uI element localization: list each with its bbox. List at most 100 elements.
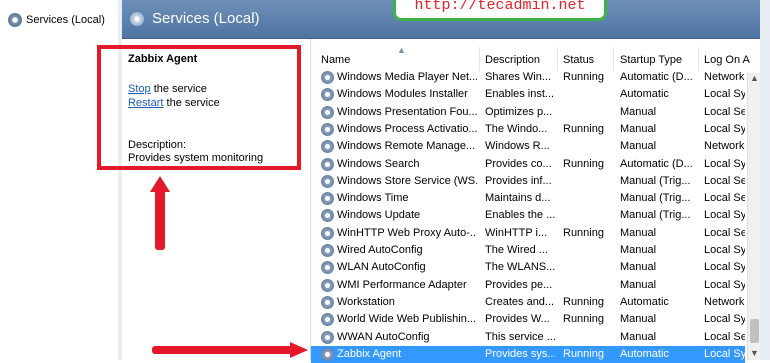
service-name-cell: Windows Update <box>337 209 421 222</box>
service-startup-cell: Manual (Trig... <box>620 192 691 205</box>
service-description-cell: The Windo... <box>485 122 548 135</box>
service-name-cell: WLAN AutoConfig <box>337 261 426 274</box>
service-row[interactable]: Windows Time Maintains d... Manual (Trig..… <box>311 190 745 207</box>
service-name-cell: Zabbix Agent <box>337 347 402 360</box>
service-name-cell: Windows Presentation Fou... <box>337 105 477 118</box>
service-name-cell: World Wide Web Publishin... <box>337 313 476 326</box>
service-row[interactable]: Windows Remote Manage... Windows R... Manu… <box>311 138 745 155</box>
service-row[interactable]: Windows Store Service (WS... Provides inf… <box>311 173 745 190</box>
service-description-cell: WinHTTP i... <box>485 226 548 239</box>
service-startup-cell: Manual <box>620 261 657 274</box>
annotation-arrow-right-shaft <box>152 346 292 354</box>
service-description-cell: Provides W... <box>485 313 550 326</box>
service-row[interactable]: Wired AutoConfig The Wired ... Manual Local… <box>311 242 745 259</box>
column-header-log-on-as[interactable]: Log On A <box>704 54 750 66</box>
service-description-cell: The WLANS... <box>485 261 555 274</box>
service-gear-icon <box>321 244 334 257</box>
service-status-cell: Running <box>563 347 604 360</box>
service-description-cell: Provides sys... <box>485 347 555 360</box>
service-description-cell: Provides inf... <box>485 174 552 187</box>
services-header-icon <box>130 12 144 26</box>
service-description-cell: Enables inst... <box>485 88 555 101</box>
service-logon-cell: Local Sys <box>704 244 745 256</box>
service-row[interactable]: Workstation Creates and... Running Automati… <box>311 294 745 311</box>
tree-item-label: Services (Local) <box>26 14 105 26</box>
column-header-status[interactable]: Status <box>563 54 594 66</box>
service-startup-cell: Manual (Trig... <box>620 209 691 222</box>
service-description-cell: Optimizes p... <box>485 105 553 118</box>
service-gear-icon <box>321 88 334 102</box>
service-startup-cell: Manual (Trig... <box>620 174 691 187</box>
service-logon-cell: Local Sys <box>704 261 745 274</box>
service-row[interactable]: WMI Performance Adapter Provides pe... Man… <box>311 277 745 294</box>
service-row[interactable]: Windows Modules Installer Enables inst...… <box>311 86 745 103</box>
service-status-cell: Running <box>563 313 604 326</box>
service-row[interactable]: Zabbix Agent Provides sys... Running Automa… <box>311 345 745 363</box>
annotation-highlight-box <box>97 45 301 170</box>
service-name-cell: Workstation <box>337 295 395 308</box>
service-row[interactable]: World Wide Web Publishin... Provides W...… <box>311 311 745 328</box>
service-name-cell: WMI Performance Adapter <box>337 278 467 291</box>
service-name-cell: Windows Remote Manage... <box>337 140 476 153</box>
service-gear-icon <box>321 226 334 240</box>
column-separator[interactable] <box>557 47 558 71</box>
column-header-startup-type[interactable]: Startup Type <box>620 54 682 66</box>
service-description-cell: The Wired ... <box>485 244 548 256</box>
service-gear-icon <box>321 157 334 171</box>
service-gear-icon <box>321 71 334 84</box>
service-logon-cell: Local Ser <box>704 174 745 187</box>
service-gear-icon <box>321 278 334 292</box>
annotation-arrow-right-icon <box>290 342 308 358</box>
column-separator[interactable] <box>698 47 699 71</box>
services-header-title: Services (Local) <box>152 10 260 27</box>
service-logon-cell: Network <box>704 140 745 153</box>
column-header-description[interactable]: Description <box>485 54 540 66</box>
service-name-cell: Windows Media Player Net... <box>337 71 477 83</box>
service-row[interactable]: Windows Process Activatio... The Windo...… <box>311 121 745 138</box>
service-description-cell: Shares Win... <box>485 71 552 83</box>
service-row[interactable]: Windows Presentation Fou... Optimizes p..… <box>311 104 745 121</box>
service-status-cell: Running <box>563 122 604 135</box>
service-gear-icon <box>321 261 334 275</box>
annotation-arrow-up-shaft <box>155 190 165 250</box>
service-row[interactable]: WLAN AutoConfig The WLANS... Manual Local S… <box>311 259 745 276</box>
scroll-up-arrow-icon[interactable]: ▲ <box>750 73 759 83</box>
service-row[interactable]: Windows Search Provides co... Running Autom… <box>311 156 745 173</box>
service-description-cell: Windows R... <box>485 140 550 153</box>
column-header-name[interactable]: Name <box>321 54 350 66</box>
window-right-edge <box>760 0 770 360</box>
scroll-thumb[interactable] <box>750 319 759 343</box>
service-logon-cell: Network <box>704 71 745 83</box>
service-name-cell: Windows Time <box>337 192 409 205</box>
service-startup-cell: Automatic (D... <box>620 71 693 83</box>
watermark-url-box: http://tecadmin.net <box>393 0 607 21</box>
service-gear-icon <box>321 192 334 206</box>
service-logon-cell: Local Ser <box>704 330 745 343</box>
service-startup-cell: Automatic <box>620 295 669 308</box>
service-row[interactable]: Windows Update Enables the ... Manual (Tri… <box>311 207 745 224</box>
service-name-cell: WinHTTP Web Proxy Auto-... <box>337 226 477 239</box>
service-startup-cell: Manual <box>620 105 657 118</box>
column-separator[interactable] <box>479 47 480 71</box>
service-startup-cell: Automatic <box>620 347 669 360</box>
service-name-cell: Windows Modules Installer <box>337 88 468 101</box>
tree-item-services-local[interactable]: Services (Local) <box>8 10 105 30</box>
service-startup-cell: Manual <box>620 226 657 239</box>
service-startup-cell: Automatic <box>620 88 669 101</box>
service-logon-cell: Local Sys <box>704 157 745 170</box>
scroll-down-arrow-icon[interactable]: ▼ <box>750 348 759 358</box>
service-gear-icon <box>321 105 334 119</box>
service-logon-cell: Local Sys <box>704 347 745 360</box>
service-row[interactable]: Windows Media Player Net... Shares Win...… <box>311 69 745 86</box>
column-separator[interactable] <box>613 47 614 71</box>
service-startup-cell: Manual <box>620 122 657 135</box>
service-description-cell: Maintains d... <box>485 192 551 205</box>
service-row[interactable]: WWAN AutoConfig This service ... Manual Loc… <box>311 329 745 346</box>
service-startup-cell: Manual <box>620 140 657 153</box>
service-logon-cell: Local Ser <box>704 105 745 118</box>
service-gear-icon <box>321 122 334 136</box>
service-logon-cell: Network <box>704 295 745 308</box>
services-gear-icon <box>8 13 22 27</box>
service-logon-cell: Local Sys <box>704 278 745 291</box>
service-row[interactable]: WinHTTP Web Proxy Auto-... WinHTTP i... Ru… <box>311 225 745 242</box>
